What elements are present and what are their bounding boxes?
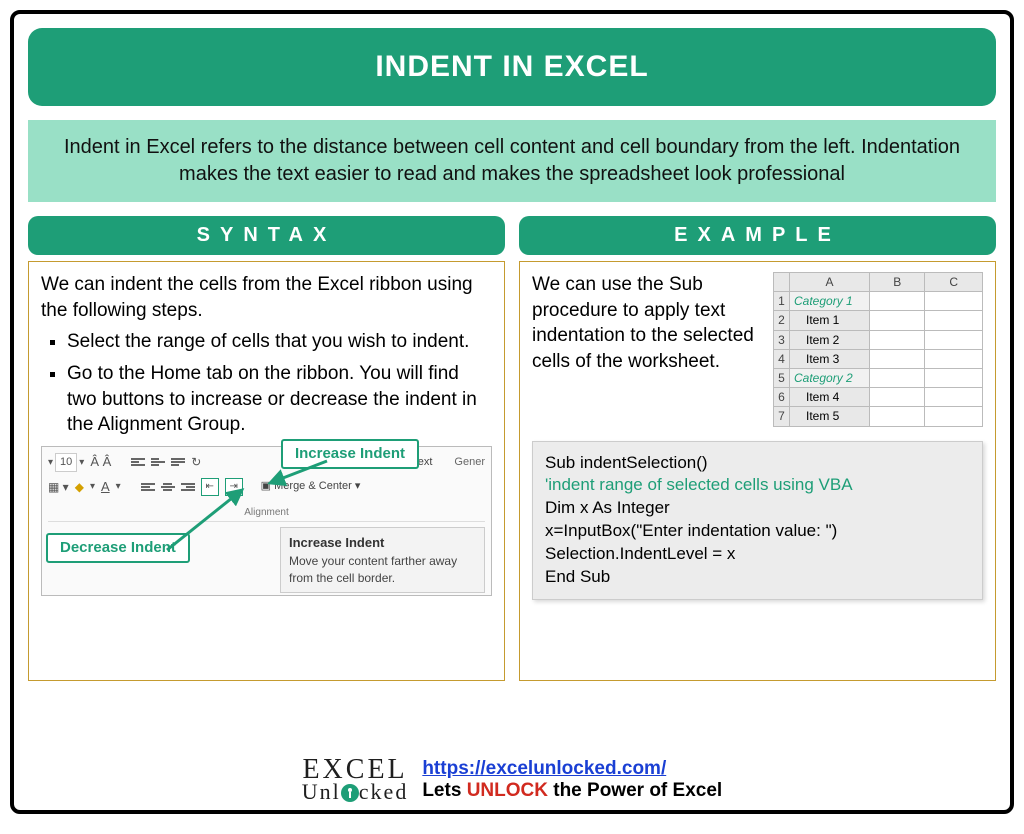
cell: Category 2: [790, 368, 870, 387]
example-intro: We can use the Sub procedure to apply te…: [532, 272, 765, 427]
syntax-step: Go to the Home tab on the ribbon. You wi…: [67, 361, 492, 438]
infographic-card: INDENT IN EXCEL Indent in Excel refers t…: [10, 10, 1014, 814]
code-comment: 'indent range of selected cells using VB…: [545, 474, 970, 497]
keyhole-icon: [341, 784, 359, 802]
alignment-group-label: Alignment: [48, 506, 485, 523]
tooltip-body: Move your content farther away from the …: [289, 553, 476, 585]
corner-cell: [774, 273, 790, 292]
page-title: INDENT IN EXCEL: [28, 28, 996, 106]
syntax-body: We can indent the cells from the Excel r…: [28, 261, 505, 681]
vba-code-block: Sub indentSelection() 'indent range of s…: [532, 441, 983, 601]
description: Indent in Excel refers to the distance b…: [28, 120, 996, 202]
col-header: A: [790, 273, 870, 292]
example-body: We can use the Sub procedure to apply te…: [519, 261, 996, 681]
example-heading: EXAMPLE: [519, 216, 996, 255]
site-link[interactable]: https://excelunlocked.com/: [422, 758, 666, 779]
col-header: C: [925, 273, 983, 292]
footer-text: https://excelunlocked.com/ Lets UNLOCK t…: [422, 758, 722, 802]
row-header: 7: [774, 407, 790, 426]
example-column: EXAMPLE We can use the Sub procedure to …: [519, 216, 996, 681]
cell: Item 5: [790, 407, 870, 426]
example-spreadsheet: A B C 1Category 1 2Item 1 3Item 2 4Item …: [773, 272, 983, 427]
footer: EXCEL Unlcked https://excelunlocked.com/…: [14, 758, 1010, 802]
cell: Item 2: [790, 330, 870, 349]
syntax-steps-list: Select the range of cells that you wish …: [67, 329, 492, 438]
increase-indent-tooltip: Increase Indent Move your content farthe…: [280, 527, 485, 593]
row-header: 6: [774, 388, 790, 407]
align-bottom-icon: [171, 457, 185, 467]
code-line: Sub indentSelection(): [545, 452, 970, 475]
tagline: Lets UNLOCK the Power of Excel: [422, 780, 722, 801]
cell: Item 3: [790, 349, 870, 368]
row-header: 4: [774, 349, 790, 368]
tooltip-title: Increase Indent: [289, 534, 476, 552]
code-line: x=InputBox("Enter indentation value: "): [545, 520, 970, 543]
syntax-step: Select the range of cells that you wish …: [67, 329, 492, 355]
align-left-icon: [141, 482, 155, 492]
code-line: End Sub: [545, 566, 970, 589]
syntax-intro: We can indent the cells from the Excel r…: [41, 272, 492, 323]
number-format-general: Gener: [454, 455, 485, 470]
code-line: Selection.IndentLevel = x: [545, 543, 970, 566]
arrow-to-increase-icon: [262, 459, 332, 489]
row-header: 3: [774, 330, 790, 349]
align-top-icon: [131, 457, 145, 467]
cell: Category 1: [790, 292, 870, 311]
row-header: 2: [774, 311, 790, 330]
cell: Item 4: [790, 388, 870, 407]
code-line: Dim x As Integer: [545, 497, 970, 520]
excel-unlocked-logo: EXCEL Unlcked: [302, 758, 409, 802]
align-middle-icon: [151, 457, 165, 467]
col-header: B: [870, 273, 925, 292]
syntax-column: SYNTAX We can indent the cells from the …: [28, 216, 505, 681]
excel-ribbon-screenshot: ▾ 10 ▾ Â Â ↻ ☰ Wrap Text Gener: [41, 446, 492, 596]
arrow-to-decrease-icon: [162, 485, 252, 555]
columns: SYNTAX We can indent the cells from the …: [28, 216, 996, 681]
syntax-heading: SYNTAX: [28, 216, 505, 255]
cell: Item 1: [790, 311, 870, 330]
font-size-dropdown: ▾ 10 ▾: [48, 453, 84, 472]
row-header: 5: [774, 368, 790, 387]
row-header: 1: [774, 292, 790, 311]
